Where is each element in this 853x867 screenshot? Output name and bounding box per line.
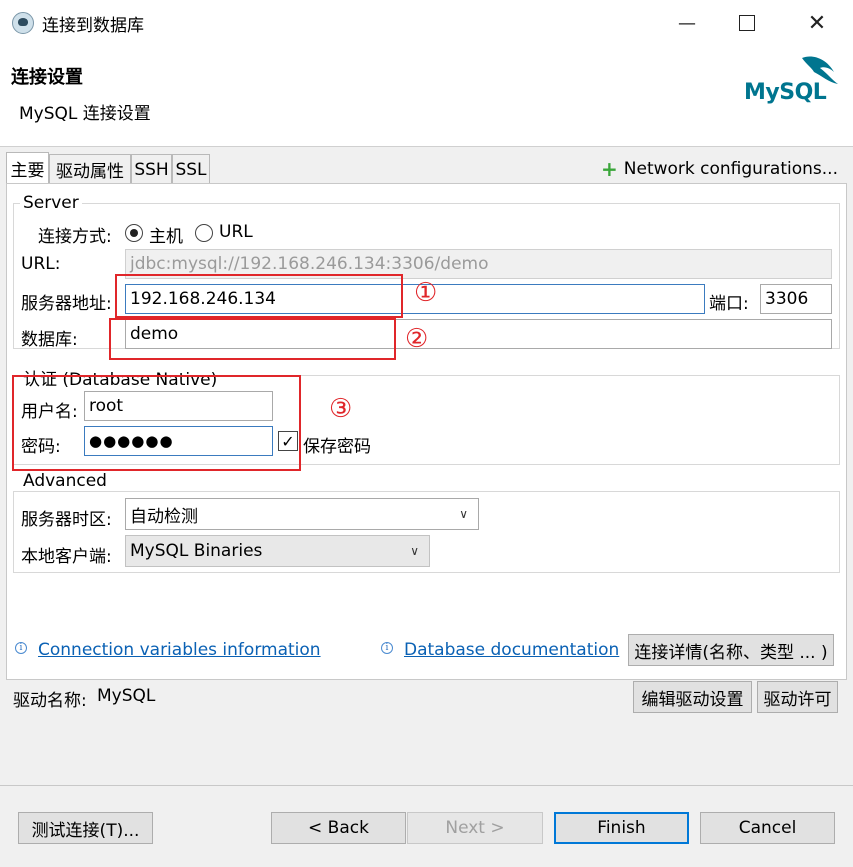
port-field[interactable]: 3306 (760, 284, 832, 314)
driver-name-label: 驱动名称: (13, 691, 87, 711)
test-connection-button[interactable]: 测试连接(T)... (18, 812, 153, 844)
tab-main[interactable]: 主要 (6, 152, 49, 184)
local-client-select[interactable]: MySQL Binaries ∨ (125, 535, 430, 567)
minimize-button[interactable]: — (657, 0, 717, 46)
title-bar: 连接到数据库 — ✕ (0, 0, 853, 46)
app-icon (12, 12, 34, 34)
maximize-icon (739, 15, 755, 31)
connection-details-button[interactable]: 连接详情(名称、类型 ... ) (628, 634, 834, 666)
header-subtitle: MySQL 连接设置 (19, 104, 151, 124)
maximize-button[interactable] (717, 0, 777, 46)
close-button[interactable]: ✕ (787, 0, 847, 46)
edit-driver-settings-button[interactable]: 编辑驱动设置 (633, 681, 752, 713)
info-icon: i (15, 642, 27, 654)
url-label: URL: (21, 254, 61, 274)
annotation-number-3: ③ (329, 394, 353, 424)
database-label: 数据库: (21, 330, 78, 350)
annotation-number-2: ② (405, 324, 429, 354)
port-label: 端口: (709, 294, 749, 314)
network-configurations-link[interactable]: + Network configurations... (601, 157, 838, 181)
timezone-label: 服务器时区: (21, 510, 112, 530)
mysql-logo-text: MySQL (744, 80, 827, 105)
driver-license-button[interactable]: 驱动许可 (757, 681, 838, 713)
window-title: 连接到数据库 (42, 16, 144, 36)
annotation-box-1 (115, 274, 403, 318)
chevron-down-icon: ∨ (459, 507, 468, 521)
database-documentation-link[interactable]: Database documentation (404, 640, 619, 660)
driver-name-value: MySQL (97, 686, 156, 706)
cancel-button[interactable]: Cancel (700, 812, 835, 844)
connect-mode-label: 连接方式: (38, 227, 112, 247)
annotation-box-2 (109, 318, 396, 360)
mysql-logo: MySQL (742, 50, 842, 110)
connection-variables-link[interactable]: Connection variables information (38, 640, 321, 660)
minimize-icon: — (678, 12, 696, 34)
host-label: 服务器地址: (21, 294, 112, 314)
advanced-legend: Advanced (20, 471, 110, 491)
info-icon: i (381, 642, 393, 654)
dialog-header: 连接设置 MySQL 连接设置 MySQL (0, 46, 853, 147)
radio-url[interactable] (195, 224, 213, 242)
footer-separator (0, 785, 853, 786)
radio-host-label: 主机 (149, 227, 183, 247)
finish-button[interactable]: Finish (554, 812, 689, 844)
header-title: 连接设置 (11, 67, 83, 88)
radio-host[interactable] (125, 224, 143, 242)
timezone-select[interactable]: 自动检测 ∨ (125, 498, 479, 530)
network-configurations-label: Network configurations... (623, 159, 838, 179)
local-client-label: 本地客户端: (21, 547, 112, 567)
radio-url-label: URL (219, 222, 253, 242)
back-button[interactable]: < Back (271, 812, 406, 844)
server-legend: Server (20, 193, 82, 213)
save-password-label: 保存密码 (303, 437, 371, 457)
tab-ssl[interactable]: SSL (172, 154, 210, 184)
annotation-number-1: ① (414, 278, 438, 308)
annotation-box-3 (12, 375, 301, 471)
chevron-down-icon: ∨ (410, 544, 419, 558)
next-button[interactable]: Next > (407, 812, 543, 844)
close-icon: ✕ (807, 10, 827, 36)
tab-ssh[interactable]: SSH (131, 154, 172, 184)
tab-driver-properties[interactable]: 驱动属性 (49, 154, 131, 184)
plus-icon: + (601, 157, 618, 181)
